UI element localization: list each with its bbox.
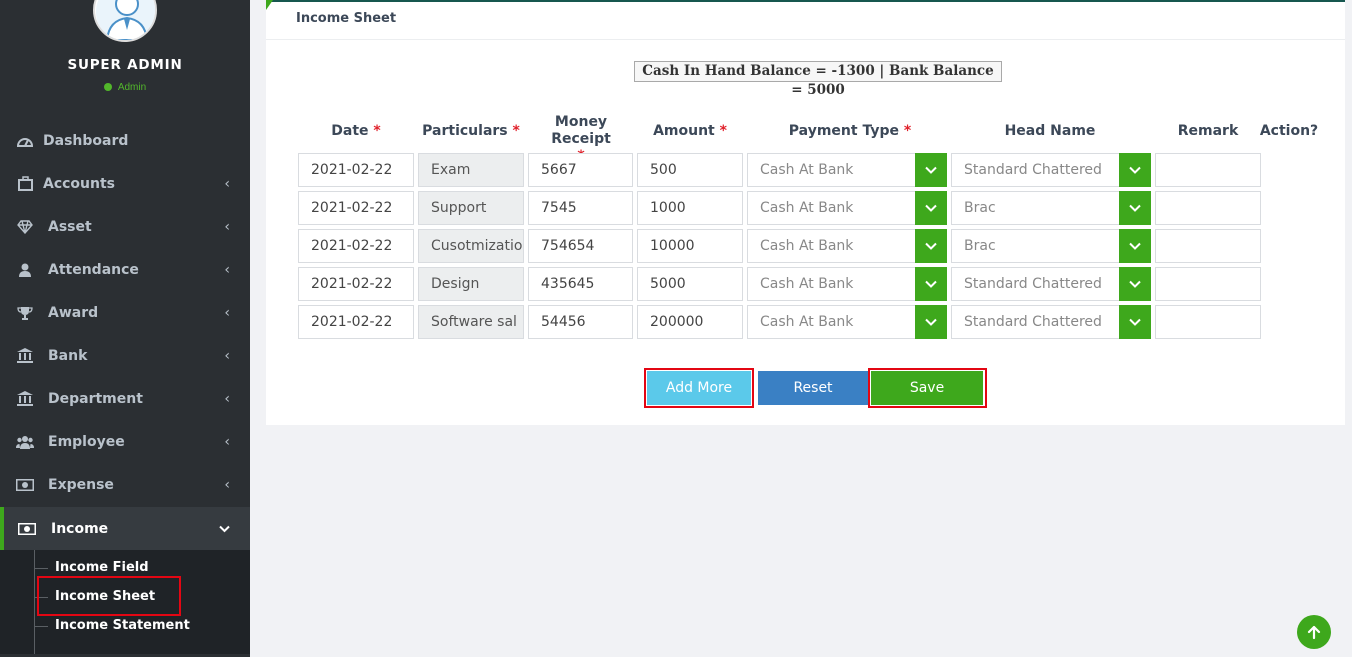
header-amount: Amount * — [653, 123, 727, 139]
page-title: Income Sheet — [296, 11, 397, 26]
bank-icon — [16, 391, 34, 407]
chevron-left-icon: ‹ — [224, 261, 230, 278]
scroll-to-top-button[interactable] — [1297, 615, 1331, 649]
money-icon — [18, 521, 36, 537]
amount-input[interactable]: 500 — [637, 153, 743, 187]
profile-role: Admin — [0, 82, 250, 93]
chevron-left-icon: ‹ — [224, 390, 230, 407]
money-receipt-input[interactable]: 5667 — [528, 153, 633, 187]
chevron-left-icon: ‹ — [224, 476, 230, 493]
amount-input[interactable]: 10000 — [637, 229, 743, 263]
money-receipt-input[interactable]: 754654 — [528, 229, 633, 263]
date-input[interactable]: 2021-02-22 — [298, 305, 414, 339]
date-input[interactable]: 2021-02-22 — [298, 191, 414, 225]
chevron-down-icon[interactable] — [915, 267, 947, 301]
particulars-field: Support — [418, 191, 524, 225]
chevron-left-icon: ‹ — [224, 175, 230, 192]
balance-summary: Cash In Hand Balance = -1300 | Bank Bala… — [634, 61, 1002, 98]
sidebar-item-department[interactable]: Department ‹ — [0, 377, 250, 420]
user-icon — [16, 262, 34, 278]
header-remark: Remark — [1177, 123, 1239, 139]
arrow-up-icon — [1307, 625, 1321, 640]
payment-type-select[interactable]: Cash At Bank — [747, 191, 917, 225]
users-icon — [16, 434, 34, 450]
money-receipt-input[interactable]: 54456 — [528, 305, 633, 339]
diamond-icon — [16, 219, 34, 235]
money-receipt-input[interactable]: 7545 — [528, 191, 633, 225]
remark-input[interactable] — [1155, 229, 1261, 263]
head-name-select[interactable]: Brac — [951, 229, 1121, 263]
panel-corner-accent — [266, 0, 273, 10]
chevron-down-icon[interactable] — [1119, 267, 1151, 301]
chevron-down-icon[interactable] — [915, 305, 947, 339]
sidebar-item-income[interactable]: Income — [0, 507, 250, 550]
header-particulars: Particulars * — [422, 123, 520, 139]
chevron-down-icon[interactable] — [1119, 153, 1151, 187]
sidebar-item-dashboard[interactable]: Dashboard — [0, 119, 250, 162]
profile-name: SUPER ADMIN — [67, 57, 183, 73]
date-input[interactable]: 2021-02-22 — [298, 229, 414, 263]
sidebar-item-employee[interactable]: Employee ‹ — [0, 420, 250, 463]
chevron-left-icon: ‹ — [224, 433, 230, 450]
add-more-highlight — [644, 368, 754, 408]
particulars-field: Software sal — [418, 305, 524, 339]
remark-input[interactable] — [1155, 191, 1261, 225]
header-head-name: Head Name — [1004, 123, 1096, 139]
payment-type-select[interactable]: Cash At Bank — [747, 153, 917, 187]
head-name-select[interactable]: Standard Chattered — [951, 305, 1121, 339]
payment-type-select[interactable]: Cash At Bank — [747, 267, 917, 301]
sidebar-item-accounts[interactable]: Accounts ‹ — [0, 162, 250, 205]
header-date: Date * — [331, 123, 381, 139]
save-highlight — [868, 368, 987, 408]
remark-input[interactable] — [1155, 305, 1261, 339]
money-icon — [16, 477, 34, 493]
chevron-down-icon — [219, 521, 230, 537]
chevron-left-icon: ‹ — [224, 304, 230, 321]
payment-type-select[interactable]: Cash At Bank — [747, 229, 917, 263]
particulars-field: Exam — [418, 153, 524, 187]
submenu-item-income-field[interactable]: Income Field — [55, 560, 149, 575]
sidebar-item-attendance[interactable]: Attendance ‹ — [0, 248, 250, 291]
sidebar-item-bank[interactable]: Bank ‹ — [0, 334, 250, 377]
payment-type-select[interactable]: Cash At Bank — [747, 305, 917, 339]
sidebar-item-award[interactable]: Award ‹ — [0, 291, 250, 334]
header-payment-type: Payment Type * — [788, 123, 912, 139]
submenu-item-income-statement[interactable]: Income Statement — [55, 618, 190, 633]
chevron-left-icon: ‹ — [224, 347, 230, 364]
amount-input[interactable]: 1000 — [637, 191, 743, 225]
chevron-left-icon: ‹ — [224, 218, 230, 235]
chevron-down-icon[interactable] — [915, 153, 947, 187]
income-sheet-highlight — [37, 576, 181, 616]
remark-input[interactable] — [1155, 267, 1261, 301]
bank-icon — [16, 348, 34, 364]
head-name-select[interactable]: Standard Chattered — [951, 267, 1121, 301]
chevron-down-icon[interactable] — [1119, 305, 1151, 339]
sidebar: SUPER ADMIN Admin Dashboard Accounts ‹ A… — [0, 0, 250, 657]
online-status-icon — [103, 83, 112, 91]
reset-button[interactable]: Reset — [758, 371, 868, 405]
briefcase-icon — [16, 176, 34, 192]
head-name-select[interactable]: Standard Chattered — [951, 153, 1121, 187]
date-input[interactable]: 2021-02-22 — [298, 153, 414, 187]
date-input[interactable]: 2021-02-22 — [298, 267, 414, 301]
chevron-down-icon[interactable] — [1119, 191, 1151, 225]
chevron-down-icon[interactable] — [915, 191, 947, 225]
amount-input[interactable]: 200000 — [637, 305, 743, 339]
amount-input[interactable]: 5000 — [637, 267, 743, 301]
trophy-icon — [16, 305, 34, 321]
header-action: Action? — [1259, 123, 1319, 139]
chevron-down-icon[interactable] — [915, 229, 947, 263]
dashboard-icon — [16, 133, 34, 149]
money-receipt-input[interactable]: 435645 — [528, 267, 633, 301]
particulars-field: Design — [418, 267, 524, 301]
head-name-select[interactable]: Brac — [951, 191, 1121, 225]
particulars-field: Cusotmization — [418, 229, 524, 263]
avatar — [93, 0, 157, 42]
chevron-down-icon[interactable] — [1119, 229, 1151, 263]
sidebar-item-asset[interactable]: Asset ‹ — [0, 205, 250, 248]
sidebar-item-expense[interactable]: Expense ‹ — [0, 463, 250, 506]
remark-input[interactable] — [1155, 153, 1261, 187]
